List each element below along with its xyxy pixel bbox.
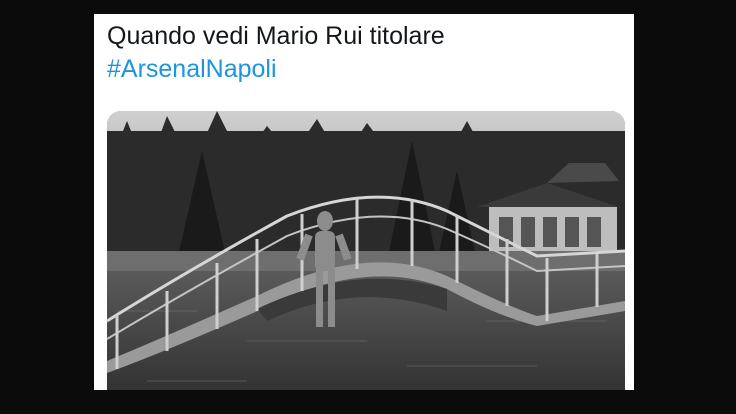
tweet-text: Quando vedi Mario Rui titolare #ArsenalN… bbox=[107, 20, 624, 86]
bridge-photo bbox=[107, 111, 625, 390]
hashtag-link[interactable]: #ArsenalNapoli bbox=[107, 55, 277, 83]
tweet-text-line: Quando vedi Mario Rui titolare bbox=[107, 22, 445, 50]
tweet-card: Quando vedi Mario Rui titolare #ArsenalN… bbox=[94, 14, 634, 390]
tweet-media-image[interactable] bbox=[107, 111, 625, 390]
